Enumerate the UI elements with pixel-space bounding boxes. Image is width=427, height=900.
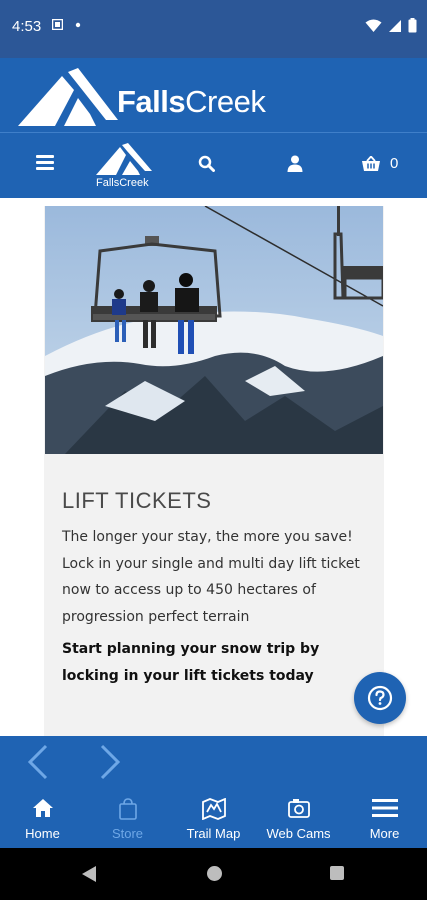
chairlift-photo: [45, 206, 383, 454]
notification-dot-icon: [75, 22, 81, 27]
battery-icon: [408, 18, 417, 33]
tab-label: More: [369, 826, 400, 841]
cart-button[interactable]: 0: [362, 155, 398, 172]
menu-icon: [371, 799, 398, 817]
nav-bar: FallsCreek 0: [0, 132, 427, 198]
brand-header: FallsCreek: [0, 58, 427, 132]
tab-label: Trail Map: [186, 826, 241, 841]
tab-trail-map[interactable]: Trail Map: [171, 788, 256, 848]
card-body: The longer your stay, the more you save!…: [62, 529, 360, 625]
tab-web-cams[interactable]: Web Cams: [256, 788, 341, 848]
forward-arrow-icon[interactable]: [98, 744, 122, 780]
system-back-icon[interactable]: [82, 866, 96, 882]
tab-label: Home: [25, 826, 60, 841]
cart-count: 0: [390, 155, 399, 172]
store-icon: [118, 798, 137, 820]
notification-app-icon: [52, 19, 63, 30]
search-icon[interactable]: [198, 155, 215, 172]
home-icon: [32, 799, 53, 817]
tab-store[interactable]: Store: [85, 788, 170, 848]
system-nav-bar: [0, 848, 427, 900]
user-icon[interactable]: [287, 155, 303, 172]
card-title: LIFT TICKETS: [62, 488, 212, 513]
camera-icon: [287, 799, 310, 818]
hamburger-menu-icon[interactable]: [36, 155, 54, 171]
basket-icon: [362, 156, 380, 171]
tab-label: Web Cams: [266, 826, 331, 841]
status-bar: 4:53: [0, 0, 427, 58]
falls-creek-logo-icon[interactable]: [18, 68, 118, 126]
status-time: 4:53: [12, 18, 42, 35]
tab-more[interactable]: More: [342, 788, 427, 848]
brand-name: FallsCreek: [117, 84, 266, 119]
system-home-icon[interactable]: [207, 866, 222, 881]
lift-tickets-card[interactable]: LIFT TICKETS The longer your stay, the m…: [44, 206, 384, 736]
card-cta[interactable]: Start planning your snow trip by locking…: [62, 636, 372, 689]
signal-icon: [389, 19, 401, 32]
tab-label: Store: [111, 826, 144, 841]
small-logo-text: FallsCreek: [96, 177, 149, 189]
wifi-icon: [365, 19, 382, 32]
trail-map-icon: [201, 798, 226, 820]
system-recents-icon[interactable]: [330, 866, 344, 880]
back-arrow-icon[interactable]: [26, 744, 50, 780]
small-logo[interactable]: FallsCreek: [94, 143, 158, 191]
small-logo-mark-icon: [96, 143, 152, 175]
help-button[interactable]: [354, 672, 406, 724]
bottom-tab-bar: Home Store Trail Map Web Cams More: [0, 788, 427, 848]
question-icon: [367, 685, 393, 711]
browser-nav-bar: [0, 736, 427, 788]
main-content[interactable]: LIFT TICKETS The longer your stay, the m…: [0, 198, 427, 736]
tab-home[interactable]: Home: [0, 788, 85, 848]
